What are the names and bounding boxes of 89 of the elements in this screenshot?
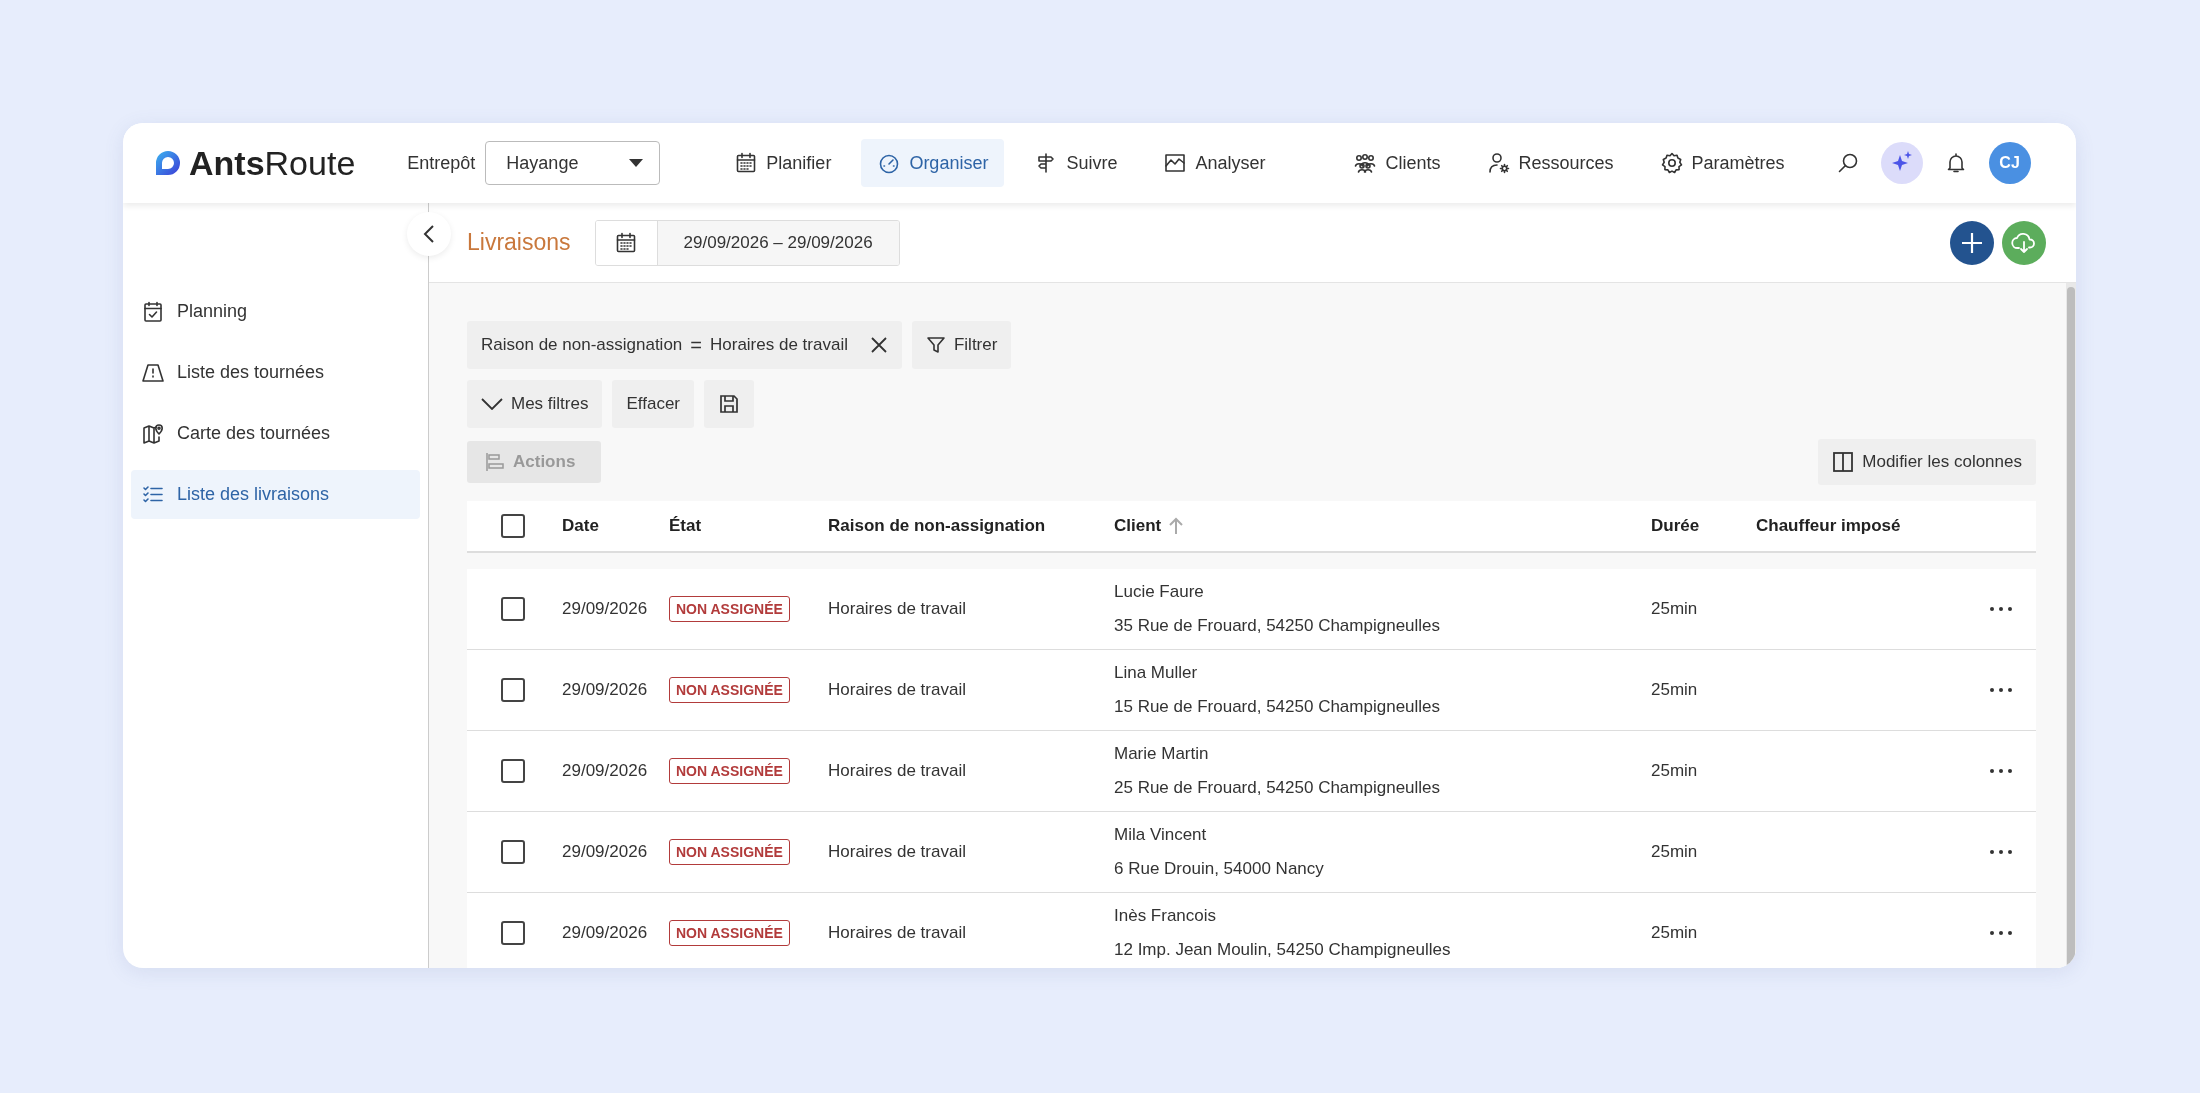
save-button[interactable] (704, 380, 755, 428)
client-name: Marie Martin (1114, 744, 1210, 764)
more-icon[interactable] (1989, 606, 2013, 612)
checkbox[interactable] (501, 514, 525, 538)
client-name: Mila Vincent (1114, 825, 1208, 845)
funnel-icon (925, 335, 946, 355)
caret-icon (629, 159, 644, 167)
nav-tab[interactable]: Planifier (718, 139, 848, 187)
more-icon[interactable] (1989, 768, 2013, 774)
duration-cell-text: 25min (1651, 923, 1699, 943)
reason-cell-text: Horaires de travail (828, 680, 967, 700)
client-name: Lucie Faure (1114, 582, 1205, 602)
sidebar-item[interactable]: Planning (131, 287, 420, 336)
logo-icon (153, 148, 183, 178)
add-button[interactable] (1950, 220, 1994, 265)
client-name: Inès Francois (1114, 906, 1218, 926)
client-address: 15 Rue de Frouard, 54250 Champigneulles (1114, 697, 1442, 717)
people-icon (1353, 151, 1378, 175)
column-header[interactable]: Client (1114, 516, 1162, 536)
status-badge: NON ASSIGNÉE (669, 596, 790, 622)
nav-tab[interactable]: Suivre (1018, 139, 1134, 187)
nav-tab[interactable]: Analyser (1147, 139, 1282, 187)
date-cell-text: 29/09/2026 (562, 923, 649, 943)
status-badge: NON ASSIGNÉE (669, 839, 790, 865)
columns-icon (1832, 451, 1855, 473)
checkbox[interactable] (501, 840, 525, 864)
settings-icon (1659, 151, 1684, 175)
align-icon (485, 452, 505, 472)
reason-cell-text: Horaires de travail (828, 761, 967, 781)
duration-cell-text: 25min (1651, 842, 1699, 862)
sidebar-item[interactable]: Liste des livraisons (131, 470, 420, 519)
map-pin-icon (141, 421, 165, 446)
chart-icon (1163, 151, 1188, 175)
date-range-picker[interactable]: 29/09/2026 – 29/09/2026 (594, 219, 900, 266)
more-icon[interactable] (1989, 687, 2013, 693)
checkbox[interactable] (501, 678, 525, 702)
column-header[interactable]: État (669, 516, 702, 536)
sidebar-item[interactable]: Carte des tournées (131, 409, 420, 458)
client-address: 25 Rue de Frouard, 54250 Champigneulles (1114, 778, 1442, 798)
client-address: 35 Rue de Frouard, 54250 Champigneulles (1114, 616, 1442, 636)
chevron-left-icon (423, 224, 435, 244)
plus-icon (1961, 231, 1983, 254)
date-cell-text: 29/09/2026 (562, 680, 649, 700)
person-gear-icon (1486, 151, 1511, 175)
checkbox[interactable] (501, 921, 525, 945)
download-button[interactable] (2002, 220, 2046, 265)
nav-tab[interactable]: Organiser (861, 139, 1005, 187)
date-cell-text: 29/09/2026 (562, 599, 649, 619)
client-name: Lina Muller (1114, 663, 1199, 683)
chevron-down-icon (481, 398, 503, 410)
reason-cell-text: Horaires de travail (828, 842, 967, 862)
page-title: Livraisons (467, 229, 571, 256)
column-header[interactable]: Durée (1651, 516, 1700, 536)
sidebar-item[interactable]: Liste des tournées (131, 348, 420, 397)
status-badge: NON ASSIGNÉE (669, 758, 790, 784)
status-badge: NON ASSIGNÉE (669, 920, 790, 946)
close-icon[interactable] (869, 336, 888, 354)
assistant-button[interactable] (1880, 142, 1923, 184)
nav-tab[interactable]: Ressources (1470, 139, 1630, 187)
reason-cell-text: Horaires de travail (828, 599, 967, 619)
checkbox[interactable] (501, 597, 525, 621)
warehouse-label: Entrepôt (407, 152, 476, 174)
edit-columns-button[interactable]: Modifier les colonnes (1818, 439, 2036, 485)
column-header[interactable]: Raison de non-assignation (828, 516, 1046, 536)
checkbox[interactable] (501, 759, 525, 783)
column-header[interactable]: Chauffeur imposé (1756, 516, 1901, 536)
more-icon[interactable] (1989, 930, 2013, 936)
cloud-download-icon (2011, 230, 2037, 255)
client-address: 6 Rue Drouin, 54000 Nancy (1114, 859, 1325, 879)
nav-tab[interactable]: Clients (1337, 139, 1457, 187)
active-filter-chip[interactable]: Raison de non-assignation = Horaires de travail (467, 321, 902, 369)
collapse-button[interactable] (407, 212, 451, 256)
client-address: 12 Imp. Jean Moulin, 54250 Champigneulles (1114, 940, 1452, 960)
clear-button[interactable]: Effacer (612, 380, 695, 428)
column-header[interactable]: Date (562, 516, 599, 536)
nav-tab[interactable]: Paramètres (1643, 139, 1801, 187)
duration-cell-text: 25min (1651, 680, 1699, 700)
warehouse-select[interactable]: Hayange (485, 141, 661, 185)
duration-cell-text: 25min (1651, 599, 1699, 619)
logo-text: AntsRoute (189, 143, 356, 183)
filter-button[interactable]: Filtrer (911, 321, 1012, 369)
date-cell-text: 29/09/2026 (562, 761, 649, 781)
reason-cell-text: Horaires de travail (828, 923, 967, 943)
duration-cell-text: 25min (1651, 761, 1699, 781)
date-cell-text: 29/09/2026 (562, 842, 649, 862)
calendar-check-icon (141, 299, 165, 324)
more-icon[interactable] (1989, 849, 2013, 855)
status-badge: NON ASSIGNÉE (669, 677, 790, 703)
my-filters-button[interactable]: Mes filtres (467, 380, 603, 428)
